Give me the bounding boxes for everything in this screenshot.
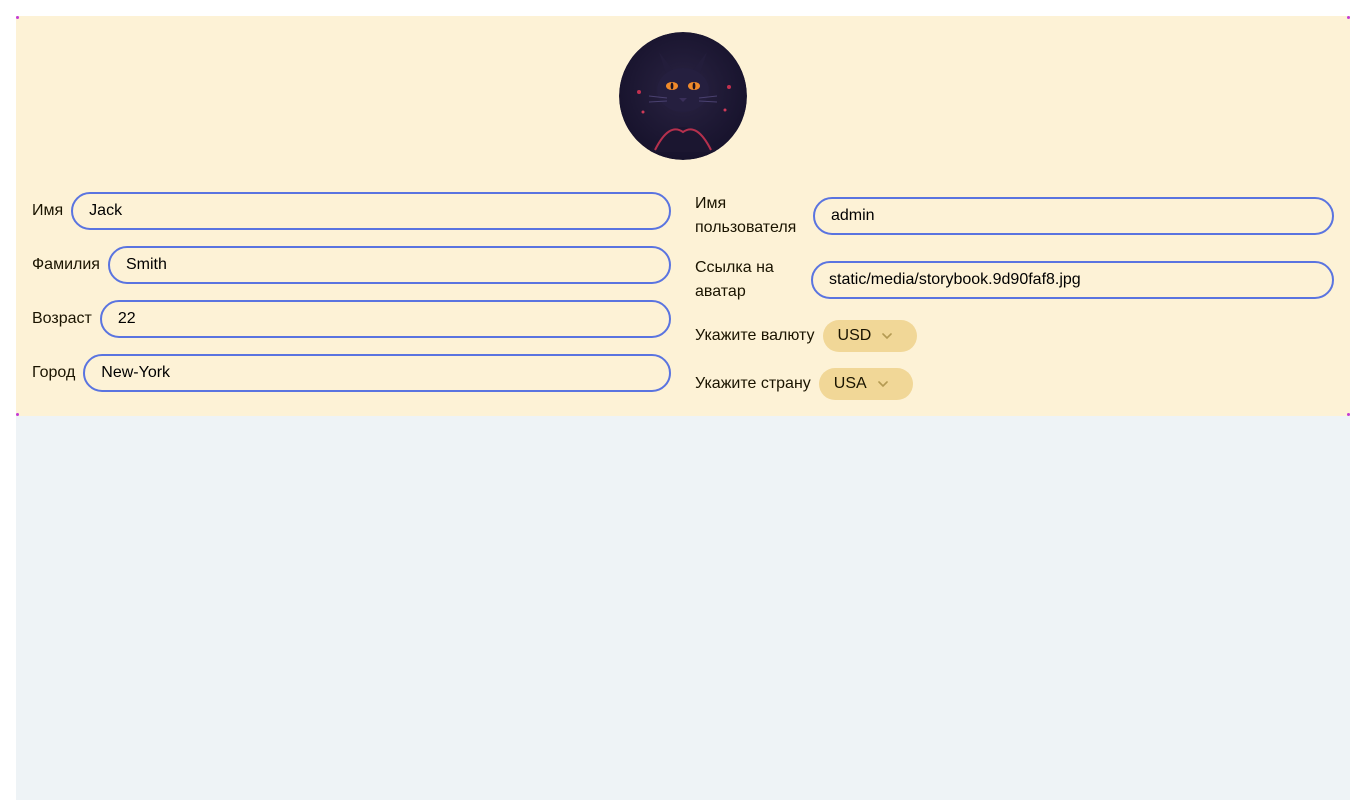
age-input[interactable] <box>99 300 671 338</box>
city-label: Город <box>32 364 76 381</box>
avatar-link-input[interactable] <box>811 261 1334 299</box>
currency-label: Укажите валюту <box>695 327 815 344</box>
last-name-row: Фамилия <box>32 246 671 284</box>
country-select[interactable]: USA <box>818 368 913 400</box>
first-name-label: Имя <box>32 202 64 219</box>
country-row: Укажите страну USA <box>695 368 913 400</box>
currency-row: Укажите валюту USD <box>695 320 918 352</box>
currency-value: USD <box>837 327 872 344</box>
username-row: Имя пользователя <box>695 192 1334 240</box>
first-name-input[interactable] <box>71 192 671 230</box>
first-name-row: Имя <box>32 192 671 230</box>
avatar-link-label: Ссылка на аватар <box>695 259 774 300</box>
city-row: Город <box>32 354 671 392</box>
avatar <box>619 32 747 160</box>
age-row: Возраст <box>32 300 671 338</box>
username-input[interactable] <box>813 197 1334 235</box>
chevron-down-icon <box>877 381 888 388</box>
country-label: Укажите страну <box>695 375 811 392</box>
profile-card: Имя Фамилия Возраст Город Имя пользовате… <box>16 16 1350 416</box>
country-value: USA <box>833 375 867 392</box>
avatar-link-row: Ссылка на аватар <box>695 256 1334 304</box>
last-name-label: Фамилия <box>32 256 100 273</box>
cat-avatar-image <box>619 32 747 160</box>
last-name-input[interactable] <box>107 246 671 284</box>
city-input[interactable] <box>83 354 671 392</box>
currency-select[interactable]: USD <box>822 320 918 352</box>
chevron-down-icon <box>882 333 893 340</box>
age-label: Возраст <box>32 310 92 327</box>
username-label: Имя пользователя <box>695 195 797 236</box>
